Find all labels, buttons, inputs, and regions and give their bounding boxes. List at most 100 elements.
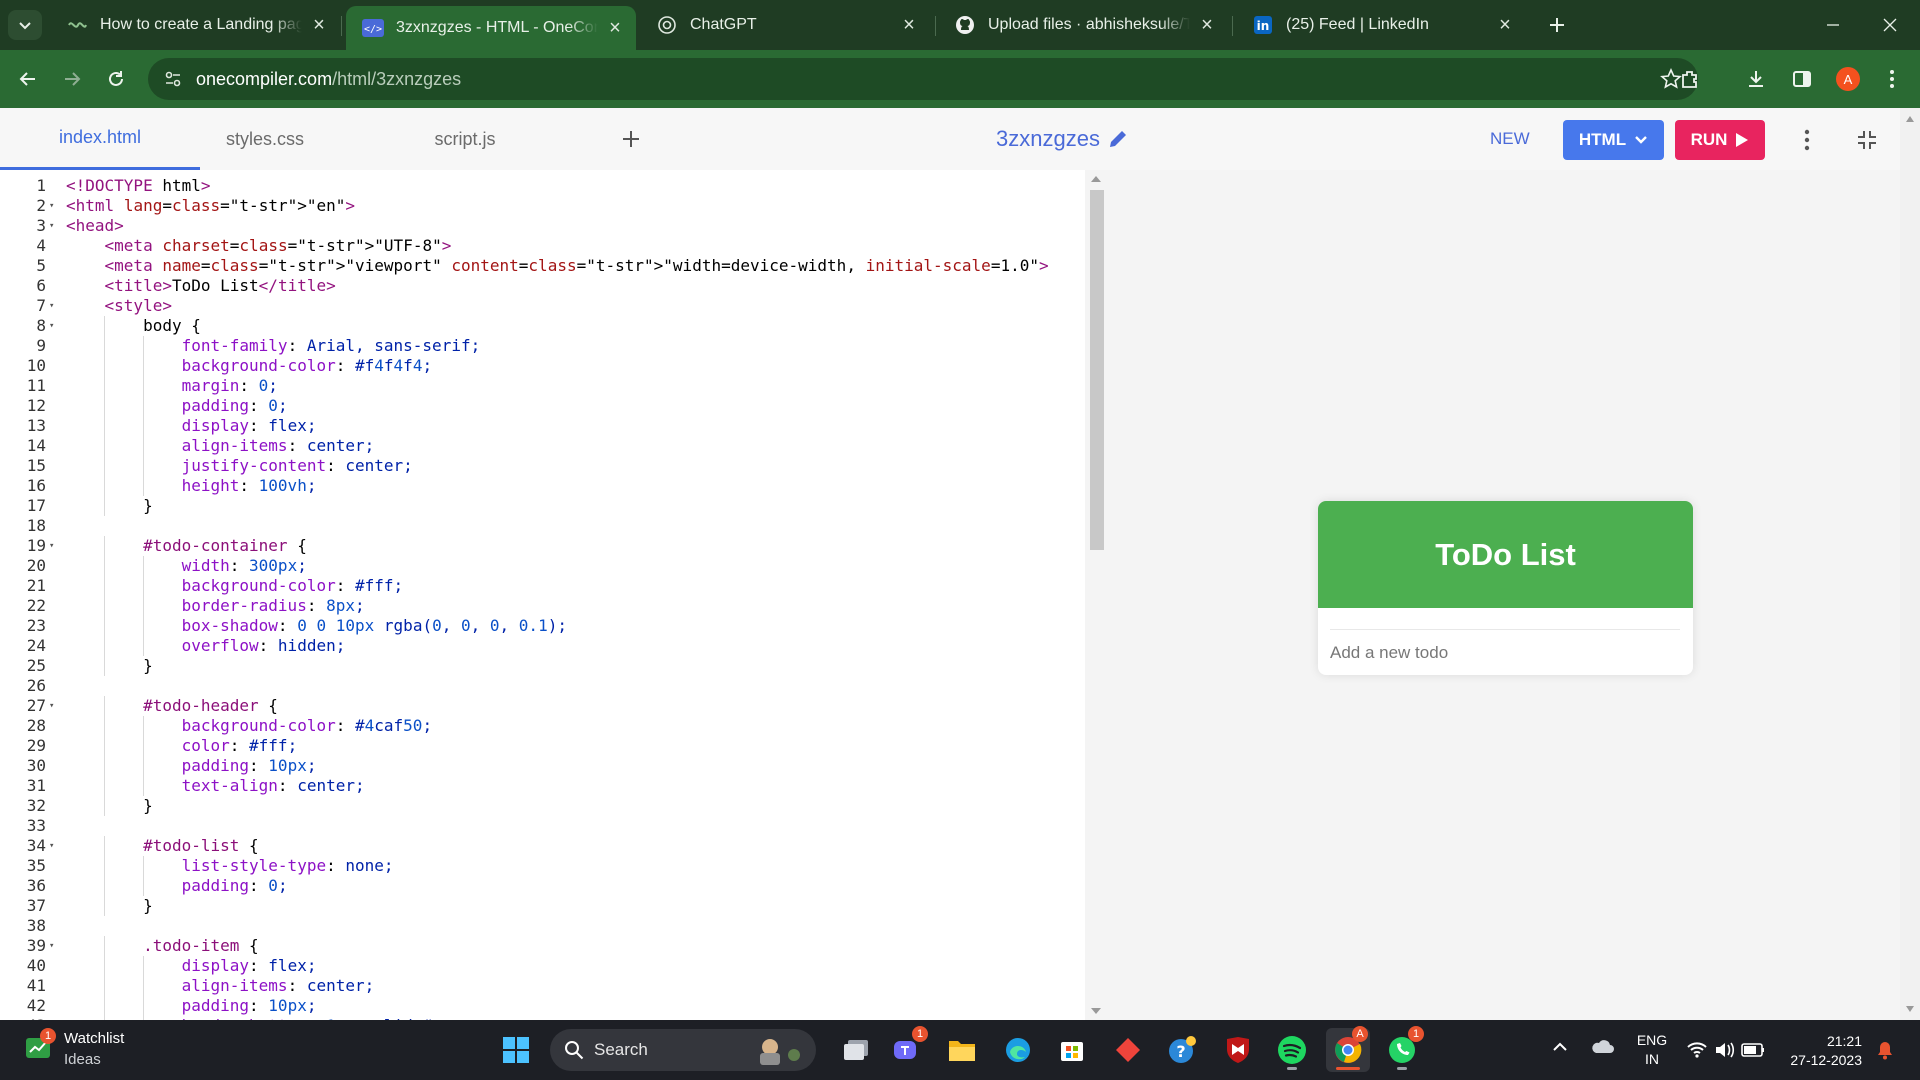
code-line[interactable]: 39 ▾ .todo-item {: [0, 936, 1085, 956]
task-view-button[interactable]: [834, 1028, 878, 1072]
code-line[interactable]: 7 ▾ <style>: [0, 296, 1085, 316]
code-line[interactable]: 32 }: [0, 796, 1085, 816]
close-tab-icon[interactable]: ×: [898, 14, 920, 36]
code-line[interactable]: 11 margin: 0;: [0, 376, 1085, 396]
code-line[interactable]: 18: [0, 516, 1085, 536]
collapse-button[interactable]: [1850, 123, 1884, 157]
scroll-up-icon[interactable]: [1906, 116, 1914, 122]
code-line[interactable]: 26: [0, 676, 1085, 696]
code-line[interactable]: 6 <title>ToDo List</title>: [0, 276, 1085, 296]
code-line[interactable]: 37 }: [0, 896, 1085, 916]
new-tab-button[interactable]: [1542, 10, 1572, 40]
editor-scroll-thumb[interactable]: [1090, 190, 1104, 550]
page-scrollbar[interactable]: [1900, 108, 1920, 1020]
code-line[interactable]: 33: [0, 816, 1085, 836]
whatsapp-app[interactable]: 1: [1380, 1026, 1424, 1072]
code-line[interactable]: 41 align-items: center;: [0, 976, 1085, 996]
fold-arrow-icon[interactable]: ▾: [49, 536, 54, 556]
chrome-app[interactable]: A: [1326, 1026, 1370, 1072]
restore-button[interactable]: [1803, 0, 1863, 50]
code-line[interactable]: 21 background-color: #fff;: [0, 576, 1085, 596]
close-tab-icon[interactable]: ×: [604, 17, 626, 39]
code-line[interactable]: 13 display: flex;: [0, 416, 1085, 436]
fold-arrow-icon[interactable]: ▾: [49, 296, 54, 316]
close-tab-icon[interactable]: ×: [308, 14, 330, 36]
browser-tab-chatgpt[interactable]: ChatGPT ×: [640, 6, 930, 44]
code-line[interactable]: 22 border-radius: 8px;: [0, 596, 1085, 616]
edit-name-button[interactable]: [1106, 127, 1130, 151]
widget-title[interactable]: Watchlist: [64, 1030, 124, 1047]
mcafee-app[interactable]: [1216, 1028, 1260, 1072]
onedrive-button[interactable]: [1590, 1038, 1614, 1054]
add-file-button[interactable]: [615, 123, 647, 155]
anydesk-app[interactable]: [1106, 1028, 1150, 1072]
back-button[interactable]: [8, 59, 48, 99]
extensions-button[interactable]: [1670, 59, 1710, 99]
code-line[interactable]: 1 <!DOCTYPE html>: [0, 176, 1085, 196]
scroll-down-icon[interactable]: [1091, 1008, 1101, 1014]
microsoft-store-app[interactable]: [1050, 1028, 1094, 1072]
code-line[interactable]: 8 ▾ body {: [0, 316, 1085, 336]
file-tab-script-js[interactable]: script.js: [400, 108, 530, 170]
forward-button[interactable]: [52, 59, 92, 99]
file-tab-index-html[interactable]: index.html: [0, 108, 200, 170]
fold-arrow-icon[interactable]: ▾: [49, 696, 54, 716]
close-tab-icon[interactable]: ×: [1494, 14, 1516, 36]
stocks-widget-icon[interactable]: 1: [24, 1028, 56, 1064]
show-hidden-icons-button[interactable]: [1552, 1040, 1568, 1052]
code-line[interactable]: 23 box-shadow: 0 0 10px rgba(0, 0, 0, 0.…: [0, 616, 1085, 636]
fold-arrow-icon[interactable]: ▾: [49, 216, 54, 236]
side-panel-button[interactable]: [1782, 59, 1822, 99]
browser-tab-linkedin[interactable]: in (25) Feed | LinkedIn ×: [1236, 6, 1526, 44]
taskbar-search[interactable]: Search: [550, 1029, 816, 1071]
file-explorer-app[interactable]: [940, 1028, 984, 1072]
teams-app[interactable]: 1: [884, 1026, 928, 1072]
reload-button[interactable]: [96, 59, 136, 99]
code-line[interactable]: 5 <meta name=class="t-str">"viewport" co…: [0, 256, 1085, 276]
language-select[interactable]: HTML: [1563, 120, 1664, 160]
code-line[interactable]: 34 ▾ #todo-list {: [0, 836, 1085, 856]
code-line[interactable]: 28 background-color: #4caf50;: [0, 716, 1085, 736]
code-editor[interactable]: 1 <!DOCTYPE html> 2 ▾ <html lang=class="t-st…: [0, 170, 1108, 1020]
fold-arrow-icon[interactable]: ▾: [49, 836, 54, 856]
code-line[interactable]: 29 color: #fff;: [0, 736, 1085, 756]
close-tab-icon[interactable]: ×: [1196, 14, 1218, 36]
code-line[interactable]: 2 ▾ <html lang=class="t-str">"en">: [0, 196, 1085, 216]
fold-arrow-icon[interactable]: ▾: [49, 196, 54, 216]
code-line[interactable]: 36 padding: 0;: [0, 876, 1085, 896]
code-line[interactable]: 4 <meta charset=class="t-str">"UTF-8">: [0, 236, 1085, 256]
browser-menu-button[interactable]: [1872, 59, 1912, 99]
scroll-down-icon[interactable]: [1906, 1006, 1914, 1012]
code-line[interactable]: 14 align-items: center;: [0, 436, 1085, 456]
code-line[interactable]: 30 padding: 10px;: [0, 756, 1085, 776]
language-indicator[interactable]: ENG IN: [1632, 1031, 1672, 1069]
code-line[interactable]: 38: [0, 916, 1085, 936]
close-window-button[interactable]: [1860, 0, 1920, 50]
run-button[interactable]: RUN: [1675, 120, 1765, 160]
code-line[interactable]: 17 }: [0, 496, 1085, 516]
more-options-button[interactable]: [1790, 123, 1824, 157]
code-line[interactable]: 16 height: 100vh;: [0, 476, 1085, 496]
fold-arrow-icon[interactable]: ▾: [49, 936, 54, 956]
clock[interactable]: 21:21 27-12-2023: [1782, 1032, 1862, 1070]
fold-arrow-icon[interactable]: ▾: [49, 316, 54, 336]
code-line[interactable]: 24 overflow: hidden;: [0, 636, 1085, 656]
new-button[interactable]: NEW: [1490, 129, 1530, 149]
edge-app[interactable]: [996, 1028, 1040, 1072]
code-line[interactable]: 12 padding: 0;: [0, 396, 1085, 416]
code-line[interactable]: 35 list-style-type: none;: [0, 856, 1085, 876]
notifications-button[interactable]: [1876, 1040, 1894, 1060]
code-line[interactable]: 27 ▾ #todo-header {: [0, 696, 1085, 716]
browser-tab-github[interactable]: Upload files · abhisheksule/ToD ×: [938, 6, 1228, 44]
browser-tab-codepen[interactable]: How to create a Landing page u ×: [50, 6, 340, 44]
downloads-button[interactable]: [1736, 59, 1776, 99]
profile-button[interactable]: A: [1828, 59, 1868, 99]
code-line[interactable]: 3 ▾ <head>: [0, 216, 1085, 236]
scroll-up-icon[interactable]: [1091, 176, 1101, 182]
code-line[interactable]: 31 text-align: center;: [0, 776, 1085, 796]
browser-tab-onecompiler[interactable]: </> 3zxnzgzes - HTML - OneCompil ×: [346, 6, 636, 50]
spotify-app[interactable]: [1270, 1028, 1314, 1072]
code-line[interactable]: 20 width: 300px;: [0, 556, 1085, 576]
new-todo-input[interactable]: [1330, 641, 1660, 665]
code-line[interactable]: 25 }: [0, 656, 1085, 676]
